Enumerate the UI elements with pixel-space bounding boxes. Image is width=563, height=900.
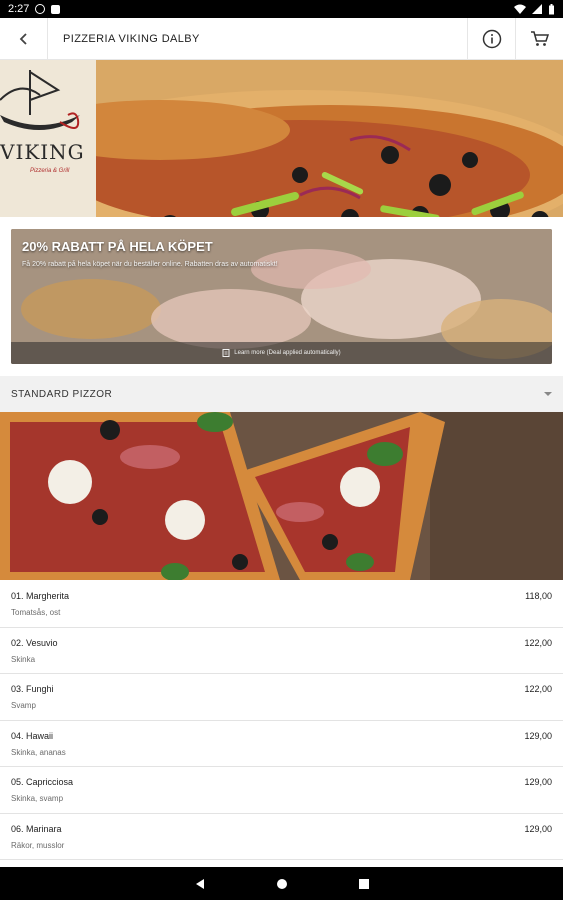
menu-list: 01. Margherita Tomatsås, ost 118,00 02. … xyxy=(0,581,563,860)
promo-title: 20% RABATT PÅ HELA KÖPET xyxy=(22,239,213,254)
battery-icon xyxy=(549,3,554,14)
item-description: Skinka, ananas xyxy=(11,747,66,757)
notification-app-icon xyxy=(51,4,61,14)
hero-banner: VIKING Pizzeria & Grill xyxy=(0,60,563,217)
item-name: 03. Funghi xyxy=(11,684,54,694)
item-description: Skinka xyxy=(11,654,36,664)
item-price: 129,00 xyxy=(524,777,552,787)
chevron-down-icon xyxy=(544,392,552,396)
item-price: 122,00 xyxy=(524,637,552,648)
category-header[interactable]: STANDARD PIZZOR xyxy=(0,376,563,412)
pizza-slices-image xyxy=(0,412,563,580)
signal-icon xyxy=(532,4,542,14)
logo-subtitle: Pizzeria & Grill xyxy=(30,168,70,174)
item-name: 01. Margherita xyxy=(11,591,70,601)
back-arrow-icon xyxy=(19,32,27,45)
document-icon xyxy=(222,349,230,357)
menu-item[interactable]: 04. Hawaii Skinka, ananas 129,00 xyxy=(0,721,563,767)
nav-back-icon[interactable] xyxy=(194,878,206,890)
status-left: 2:27 xyxy=(8,3,61,15)
item-price: 118,00 xyxy=(525,591,552,601)
item-description: Räkor, musslor xyxy=(11,840,65,850)
notification-icon xyxy=(35,4,46,14)
cart-button[interactable] xyxy=(515,17,563,60)
info-button[interactable] xyxy=(467,17,515,60)
promo-footer[interactable]: Learn more (Deal applied automatically) xyxy=(11,342,552,364)
menu-item[interactable]: 06. Marinara Räkor, musslor 129,00 xyxy=(0,814,563,860)
system-nav-bar xyxy=(0,867,563,900)
restaurant-logo: VIKING Pizzeria & Grill xyxy=(0,60,96,217)
item-price: 129,00 xyxy=(524,730,552,741)
item-description: Skinka, svamp xyxy=(11,794,64,803)
menu-item[interactable]: 01. Margherita Tomatsås, ost 118,00 xyxy=(0,581,563,628)
item-description: Tomatsås, ost xyxy=(11,608,61,617)
wifi-icon xyxy=(514,4,526,14)
logo-text: VIKING xyxy=(0,140,85,164)
nav-recents-icon[interactable] xyxy=(358,878,370,890)
promo-description: Få 20% rabatt på hela köpet när du bestä… xyxy=(22,261,278,268)
item-name: 06. Marinara xyxy=(11,823,62,834)
promo-footer-text: Learn more (Deal applied automatically) xyxy=(234,350,341,356)
info-icon xyxy=(482,29,501,48)
nav-home-icon[interactable] xyxy=(276,878,288,890)
category-image xyxy=(0,412,563,580)
cart-icon xyxy=(530,30,549,46)
item-name: 04. Hawaii xyxy=(11,730,54,741)
status-bar: 2:27 xyxy=(0,0,563,18)
item-description: Svamp xyxy=(11,701,36,710)
app-bar: PIZZERIA VIKING DALBY xyxy=(0,17,563,60)
status-right xyxy=(514,3,555,15)
back-button[interactable] xyxy=(0,17,48,60)
status-time: 2:27 xyxy=(8,3,30,15)
item-price: 129,00 xyxy=(524,823,552,834)
item-name: 05. Capricciosa xyxy=(11,777,74,787)
item-price: 122,00 xyxy=(524,684,552,694)
page-title: PIZZERIA VIKING DALBY xyxy=(63,32,200,45)
viking-ship-icon xyxy=(0,70,80,130)
menu-item[interactable]: 03. Funghi Svamp 122,00 xyxy=(0,674,563,721)
category-title: STANDARD PIZZOR xyxy=(11,388,113,400)
menu-item[interactable]: 02. Vesuvio Skinka 122,00 xyxy=(0,628,563,674)
item-name: 02. Vesuvio xyxy=(11,637,58,648)
promo-banner[interactable]: 20% RABATT PÅ HELA KÖPET Få 20% rabatt p… xyxy=(11,229,552,364)
menu-item[interactable]: 05. Capricciosa Skinka, svamp 129,00 xyxy=(0,767,563,814)
